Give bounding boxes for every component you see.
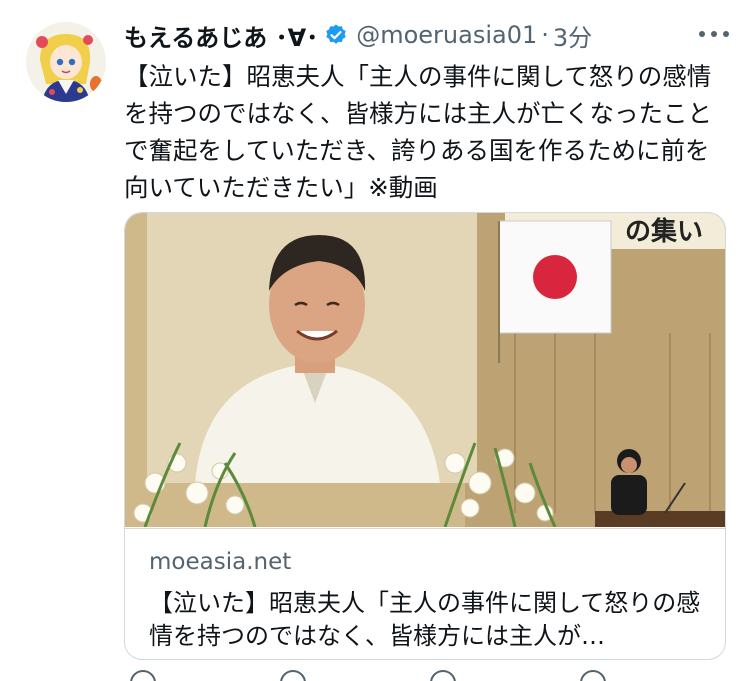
- user-handle[interactable]: @moeruasia01: [356, 21, 537, 49]
- tweet-action-row: [124, 670, 724, 681]
- more-options-icon[interactable]: [694, 22, 734, 46]
- tweet-text: 【泣いた】昭恵夫人「主人の事件に関して怒りの感情を持つのではなく、皆様方には主人…: [124, 62, 712, 202]
- reply-icon[interactable]: [130, 670, 156, 681]
- link-card[interactable]: の集い moeasia.net 【泣いた】昭恵夫人「主人の事件に関して怒りの感情…: [124, 212, 726, 660]
- card-image: の集い: [125, 213, 725, 527]
- tweet-header: もえるあじあ ･∀･ @moeruasia01 · 3分: [124, 18, 592, 52]
- card-title: 【泣いた】昭恵夫人「主人の事件に関して怒りの感情を持つのではなく、皆様方には主人…: [149, 589, 701, 650]
- like-icon[interactable]: [430, 670, 456, 681]
- retweet-icon[interactable]: [280, 670, 306, 681]
- verified-badge-icon: [326, 24, 346, 44]
- timestamp[interactable]: 3分: [553, 18, 592, 53]
- avatar-illustration: [26, 22, 106, 102]
- display-name[interactable]: もえるあじあ ･∀･: [124, 18, 318, 53]
- card-domain: moeasia.net: [149, 549, 292, 575]
- banner-text: の集い: [625, 216, 703, 247]
- separator-dot: ·: [541, 21, 549, 49]
- share-icon[interactable]: [580, 670, 606, 681]
- avatar[interactable]: [26, 22, 106, 102]
- card-meta: moeasia.net 【泣いた】昭恵夫人「主人の事件に関して怒りの感情を持つの…: [125, 528, 725, 659]
